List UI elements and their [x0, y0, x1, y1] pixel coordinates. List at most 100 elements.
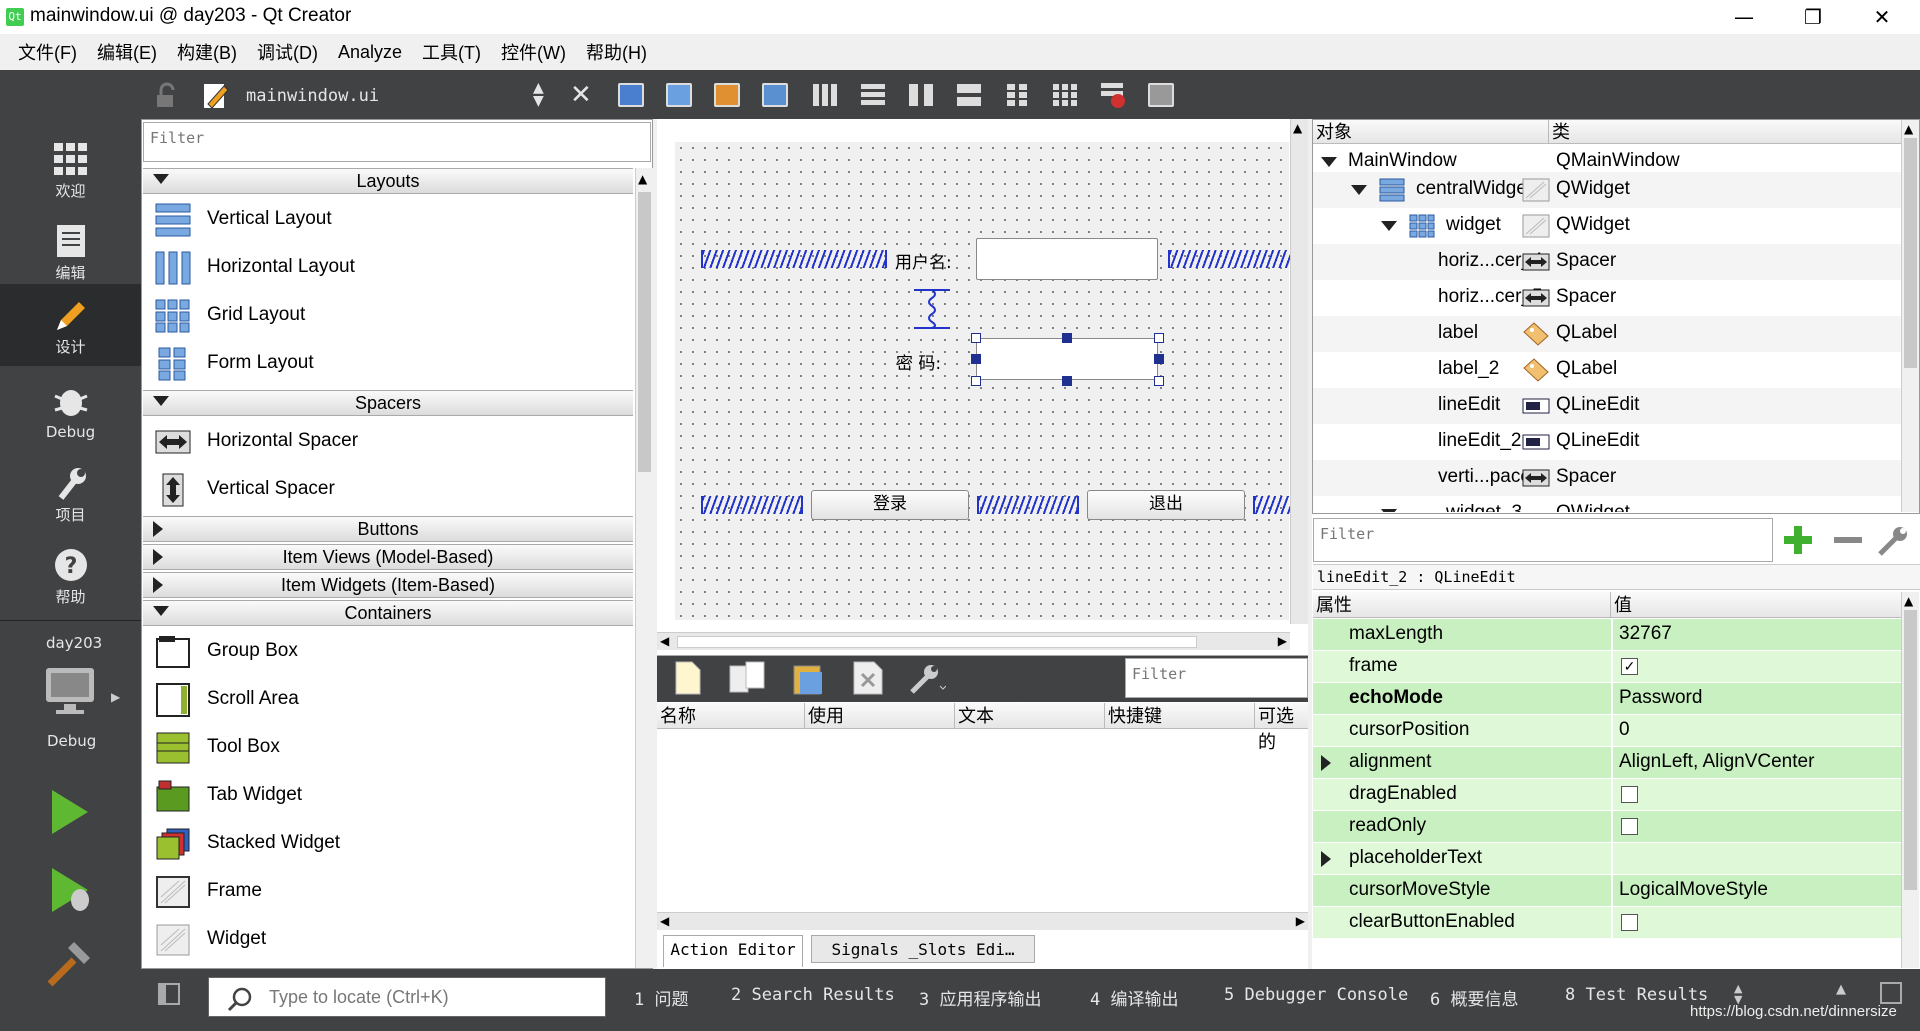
column-text[interactable]: 文本	[955, 703, 1105, 729]
column-property[interactable]: 属性	[1313, 592, 1611, 618]
selection-handle[interactable]	[1154, 354, 1164, 364]
delete-action-icon[interactable]	[850, 660, 886, 696]
form-horizontal-scrollbar[interactable]: ◀ ▶	[657, 632, 1290, 650]
scroll-up-arrow-icon[interactable]: ▲	[1293, 121, 1306, 135]
edit-tab-order-icon[interactable]	[758, 78, 792, 112]
category-spacers[interactable]: Spacers	[143, 390, 633, 416]
tree-row-label[interactable]: label QLabel	[1313, 316, 1901, 352]
menu-edit[interactable]: 编辑(E)	[87, 39, 167, 65]
selection-handle[interactable]	[1062, 333, 1072, 343]
vertical-spacer[interactable]	[910, 288, 954, 330]
property-filter-input[interactable]: Filter	[1313, 518, 1773, 562]
property-row-dragenabled[interactable]: dragEnabled	[1313, 779, 1901, 811]
widget-item-horizontal-layout[interactable]: Horizontal Layout	[143, 244, 633, 292]
menu-analyze[interactable]: Analyze	[328, 42, 412, 63]
tree-row-horizontal-spacer-4[interactable]: horiz...cer_4 Spacer	[1313, 244, 1901, 280]
scroll-up-arrow-icon[interactable]: ▲	[638, 172, 651, 186]
widget-item-widget[interactable]: Widget	[143, 916, 633, 964]
widget-item-tab-widget[interactable]: Tab Widget	[143, 772, 633, 820]
column-value[interactable]: 值	[1611, 592, 1901, 618]
scroll-thumb[interactable]	[638, 192, 651, 472]
pane-issues[interactable]: 1 问题	[634, 985, 688, 1010]
property-row-cursorposition[interactable]: cursorPosition 0	[1313, 715, 1901, 747]
menu-widgets[interactable]: 控件(W)	[491, 39, 576, 65]
tree-row-label-2[interactable]: label_2 QLabel	[1313, 352, 1901, 388]
username-line-edit[interactable]	[976, 238, 1158, 280]
toggle-right-sidebar-icon[interactable]	[1880, 982, 1902, 1004]
new-action-icon[interactable]	[674, 660, 702, 696]
lock-icon[interactable]	[152, 82, 180, 110]
restore-icon[interactable]: ❐	[1783, 0, 1843, 34]
pane-application-output[interactable]: 3 应用程序输出	[919, 985, 1041, 1010]
action-filter-input[interactable]: Filter	[1125, 658, 1308, 698]
menu-tools[interactable]: 工具(T)	[412, 39, 491, 65]
scroll-left-arrow-icon[interactable]: ◀	[660, 914, 669, 928]
frame-checkbox[interactable]: ✓	[1621, 658, 1638, 675]
property-row-placeholdertext[interactable]: placeholderText	[1313, 843, 1901, 875]
category-item-widgets[interactable]: Item Widgets (Item-Based)	[143, 572, 633, 598]
paste-action-icon[interactable]	[790, 660, 826, 696]
mode-debug[interactable]: Debug	[0, 370, 141, 452]
tree-row-horizontal-spacer-5[interactable]: horiz...cer_5 Spacer	[1313, 280, 1901, 316]
edit-signals-slots-icon[interactable]	[662, 78, 696, 112]
layout-splitter-horizontal-icon[interactable]	[904, 78, 938, 112]
property-row-echomode[interactable]: echoMode Password	[1313, 683, 1901, 715]
open-file-name[interactable]: mainwindow.ui	[246, 86, 379, 106]
adjust-size-icon[interactable]	[1144, 78, 1178, 112]
add-dynamic-property-icon[interactable]	[1780, 522, 1816, 558]
property-row-cursormovestyle[interactable]: cursorMoveStyle LogicalMoveStyle	[1313, 875, 1901, 907]
edit-widgets-icon[interactable]	[614, 78, 648, 112]
horizontal-spacer-bottom-3[interactable]	[1253, 496, 1290, 514]
toggle-sidebar-icon[interactable]	[158, 983, 180, 1005]
category-layouts[interactable]: Layouts	[143, 168, 633, 194]
property-value[interactable]: 32767	[1619, 623, 1672, 645]
property-value[interactable]: AlignLeft, AlignVCenter	[1619, 751, 1814, 773]
main-window-form[interactable]	[675, 142, 1289, 620]
minimize-icon[interactable]: —	[1714, 0, 1774, 34]
selection-handle[interactable]	[971, 333, 981, 343]
horizontal-spacer-bottom-2[interactable]	[977, 496, 1079, 514]
pane-test-results[interactable]: 8 Test Results	[1565, 985, 1708, 1005]
column-name[interactable]: 名称	[657, 703, 805, 729]
horizontal-spacer-left[interactable]	[701, 250, 887, 268]
close-icon[interactable]: ✕	[1852, 0, 1912, 34]
category-containers[interactable]: Containers	[143, 600, 633, 626]
tab-signals-slots-editor[interactable]: Signals _Slots Edi…	[811, 935, 1035, 963]
category-buttons[interactable]: Buttons	[143, 516, 633, 542]
widget-filter-input[interactable]: Filter	[143, 122, 651, 162]
property-value[interactable]: 0	[1619, 719, 1630, 741]
more-panes-arrows-icon[interactable]: ▲ ▼	[1734, 983, 1742, 1005]
edit-buddies-icon[interactable]	[710, 78, 744, 112]
scroll-right-arrow-icon[interactable]: ▶	[1278, 634, 1287, 648]
start-debugging-icon[interactable]	[48, 866, 96, 914]
widget-item-horizontal-spacer[interactable]: Horizontal Spacer	[143, 418, 633, 466]
menu-build[interactable]: 构建(B)	[167, 39, 247, 65]
clear-button-enabled-checkbox[interactable]	[1621, 914, 1638, 931]
menu-help[interactable]: 帮助(H)	[576, 39, 657, 65]
column-shortcut[interactable]: 快捷键	[1105, 703, 1255, 729]
widget-item-frame[interactable]: Frame	[143, 868, 633, 916]
scroll-left-arrow-icon[interactable]: ◀	[660, 634, 669, 648]
selection-handle[interactable]	[1154, 333, 1164, 343]
widget-box-scrollbar[interactable]: ▲	[635, 168, 653, 968]
property-row-readonly[interactable]: readOnly	[1313, 811, 1901, 843]
action-settings-wrench-icon[interactable]	[906, 660, 947, 696]
property-row-clearbuttonenabled[interactable]: clearButtonEnabled	[1313, 907, 1901, 939]
collapsed-arrow-icon[interactable]	[1321, 851, 1331, 867]
widget-item-scroll-area[interactable]: Scroll Area	[143, 676, 633, 724]
horizontal-spacer-bottom-1[interactable]	[701, 496, 803, 514]
menu-debug[interactable]: 调试(D)	[247, 39, 328, 65]
widget-item-grid-layout[interactable]: Grid Layout	[143, 292, 633, 340]
column-used[interactable]: 使用	[805, 703, 955, 729]
form-vertical-scrollbar[interactable]: ▲	[1290, 119, 1308, 624]
property-value[interactable]: LogicalMoveStyle	[1619, 879, 1768, 901]
drag-enabled-checkbox[interactable]	[1621, 786, 1638, 803]
tree-row-lineedit-2[interactable]: lineEdit_2 QLineEdit	[1313, 424, 1901, 460]
copy-action-icon[interactable]	[728, 660, 768, 696]
tree-row-lineedit[interactable]: lineEdit QLineEdit	[1313, 388, 1901, 424]
widget-item-tool-box[interactable]: Tool Box	[143, 724, 633, 772]
run-icon[interactable]	[48, 788, 92, 836]
selection-handle[interactable]	[971, 354, 981, 364]
mode-design[interactable]: 设计	[0, 284, 141, 366]
read-only-checkbox[interactable]	[1621, 818, 1638, 835]
